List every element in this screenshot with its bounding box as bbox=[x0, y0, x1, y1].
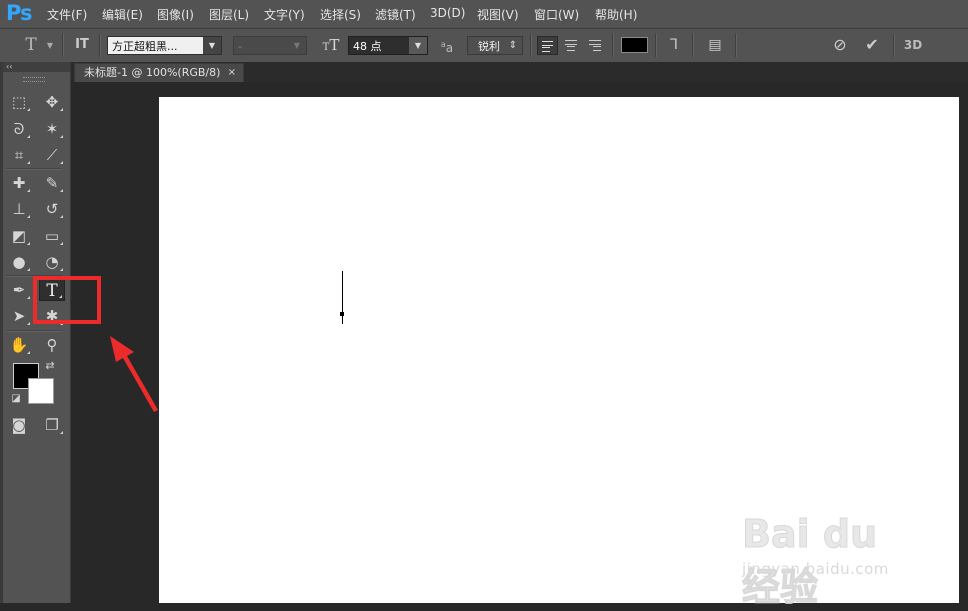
collapse-panel-icon[interactable]: ‹‹ bbox=[3, 62, 70, 72]
text-orientation-icon[interactable]: IT bbox=[70, 35, 94, 55]
close-icon[interactable]: × bbox=[228, 64, 236, 82]
chevron-down-icon: ▼ bbox=[409, 37, 427, 54]
options-bar: T ▼ IT 方正超粗黑... ▼ - ▼ TT 48 点 ▼ aa 锐利 ⇕ … bbox=[0, 29, 968, 63]
magic-wand-tool-icon[interactable]: ✶ bbox=[39, 118, 65, 140]
tools-divider bbox=[6, 330, 62, 332]
menu-bar: Ps 文件(F) 编辑(E) 图像(I) 图层(L) 文字(Y) 选择(S) 滤… bbox=[0, 0, 968, 29]
blur-tool-icon[interactable]: ● bbox=[6, 251, 32, 273]
align-center-icon bbox=[565, 40, 577, 45]
menu-window[interactable]: 窗口(W) bbox=[534, 6, 579, 23]
align-center-icon-lines bbox=[567, 46, 575, 51]
warp-text-icon[interactable]: Ꞁ bbox=[663, 35, 685, 55]
divider bbox=[655, 34, 657, 57]
font-family-value: 方正超粗黑... bbox=[112, 40, 178, 53]
align-left-button[interactable] bbox=[537, 36, 558, 55]
antialias-icon: aa bbox=[436, 35, 458, 58]
zoom-tool-icon[interactable]: ⚲ bbox=[39, 334, 65, 356]
divider bbox=[692, 34, 694, 57]
document-tab-title: 未标题-1 @ 100%(RGB/8) bbox=[84, 66, 221, 79]
divider bbox=[735, 34, 737, 57]
divider bbox=[612, 34, 614, 57]
font-style-dropdown[interactable]: - ▼ bbox=[233, 36, 307, 55]
default-colors-icon[interactable]: ◪ bbox=[8, 391, 24, 407]
font-style-value: - bbox=[238, 40, 242, 53]
eyedropper-tool-icon[interactable]: ⟋ bbox=[39, 144, 65, 166]
text-baseline-marker bbox=[340, 312, 344, 316]
antialias-dropdown[interactable]: 锐利 ⇕ bbox=[467, 36, 523, 55]
font-size-icon-large: T bbox=[329, 36, 340, 54]
move-tool-icon[interactable]: ✥ bbox=[39, 91, 65, 113]
arrow-shape bbox=[110, 336, 158, 412]
pen-tool-icon[interactable]: ✒ bbox=[6, 279, 32, 301]
photoshop-logo: Ps bbox=[6, 1, 33, 25]
menu-edit[interactable]: 编辑(E) bbox=[102, 6, 143, 23]
dodge-tool-icon[interactable]: ◔ bbox=[39, 251, 65, 273]
clone-stamp-tool-icon[interactable]: ⊥ bbox=[6, 198, 32, 220]
divider bbox=[62, 34, 64, 57]
font-size-value: 48 点 bbox=[353, 40, 382, 53]
menu-type[interactable]: 文字(Y) bbox=[264, 6, 305, 23]
history-brush-tool-icon[interactable]: ↺ bbox=[39, 198, 65, 220]
menu-3d[interactable]: 3D(D) bbox=[430, 6, 465, 20]
align-right-icon bbox=[589, 40, 601, 45]
gradient-tool-icon[interactable]: ▭ bbox=[39, 225, 65, 247]
watermark: Bai du 经验 jingyan.baidu.com bbox=[742, 498, 917, 610]
font-family-dropdown[interactable]: 方正超粗黑... ▼ bbox=[107, 36, 222, 55]
panel-grip[interactable] bbox=[23, 77, 45, 82]
menu-select[interactable]: 选择(S) bbox=[320, 6, 361, 23]
crop-tool-icon[interactable]: ⌗ bbox=[6, 144, 32, 166]
menu-file[interactable]: 文件(F) bbox=[47, 6, 87, 23]
menu-layer[interactable]: 图层(L) bbox=[209, 6, 249, 23]
text-color-swatch[interactable] bbox=[621, 37, 648, 53]
quick-mask-icon[interactable]: ◙ bbox=[6, 414, 32, 436]
align-right-button[interactable] bbox=[585, 36, 606, 55]
font-size-dropdown[interactable]: 48 点 ▼ bbox=[348, 36, 428, 55]
menu-help[interactable]: 帮助(H) bbox=[595, 6, 637, 23]
3d-button[interactable]: 3D bbox=[900, 35, 926, 55]
chevron-down-icon: ▼ bbox=[288, 37, 306, 54]
document-tab[interactable]: 未标题-1 @ 100%(RGB/8) × bbox=[74, 63, 244, 82]
cancel-icon[interactable]: ⊘ bbox=[829, 35, 851, 55]
chevron-down-icon[interactable]: ▼ bbox=[43, 36, 57, 56]
screen-mode-icon[interactable]: ❐ bbox=[39, 414, 65, 436]
brush-tool-icon[interactable]: ✎ bbox=[39, 172, 65, 194]
align-center-button[interactable] bbox=[561, 36, 582, 55]
commit-check-icon[interactable]: ✔ bbox=[861, 35, 883, 55]
healing-brush-tool-icon[interactable]: ✚ bbox=[6, 172, 32, 194]
hand-tool-icon[interactable]: ✋ bbox=[6, 334, 32, 356]
text-insertion-caret bbox=[342, 271, 343, 324]
spinner-icon: ⇕ bbox=[504, 37, 522, 54]
align-right-icon-lines bbox=[593, 46, 601, 51]
chevron-down-icon: ▼ bbox=[203, 37, 221, 54]
swap-colors-icon[interactable]: ⇄ bbox=[40, 358, 60, 374]
eraser-tool-icon[interactable]: ◩ bbox=[6, 225, 32, 247]
align-left-icon bbox=[542, 41, 553, 46]
antialias-value: 锐利 bbox=[478, 40, 500, 53]
type-tool-preset-icon[interactable]: T bbox=[20, 35, 42, 55]
menu-image[interactable]: 图像(I) bbox=[157, 6, 194, 23]
tools-divider bbox=[6, 168, 62, 170]
menu-view[interactable]: 视图(V) bbox=[477, 6, 519, 23]
divider bbox=[99, 34, 101, 57]
marquee-tool-icon[interactable]: ⬚ bbox=[6, 91, 32, 113]
menu-filter[interactable]: 滤镜(T) bbox=[375, 6, 416, 23]
watermark-url: jingyan.baidu.com bbox=[742, 560, 889, 578]
path-selection-tool-icon[interactable]: ➤ bbox=[6, 305, 32, 327]
antialias-icon-large: a bbox=[445, 41, 454, 55]
annotation-arrow-icon bbox=[110, 336, 158, 412]
divider bbox=[530, 34, 532, 57]
background-color-swatch[interactable] bbox=[28, 378, 54, 404]
lasso-tool-icon[interactable]: ᘐ bbox=[6, 118, 32, 140]
align-left-icon-lines bbox=[542, 47, 550, 52]
type-tool-highlight bbox=[33, 276, 101, 324]
divider bbox=[893, 34, 895, 57]
font-size-icon: TT bbox=[318, 35, 344, 58]
character-panel-icon[interactable]: ▤ bbox=[704, 35, 726, 55]
